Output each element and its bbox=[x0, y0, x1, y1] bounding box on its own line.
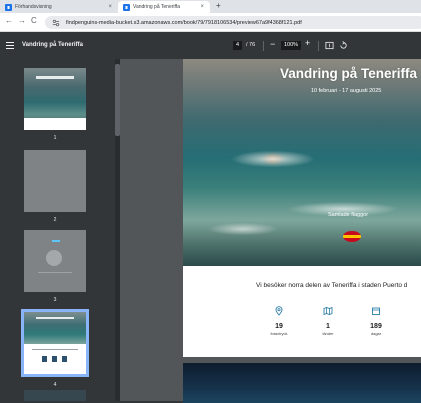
avatar-placeholder-icon bbox=[46, 250, 62, 266]
stat-days: 189 dagar bbox=[356, 303, 396, 336]
thumbnail-image bbox=[24, 150, 86, 212]
tab-title: Vandring på Teneriffa bbox=[133, 4, 180, 10]
fit-page-icon[interactable] bbox=[325, 41, 334, 50]
spain-flag-icon bbox=[343, 231, 361, 242]
pdf-page-next bbox=[183, 363, 421, 403]
page-thumbnail-1[interactable]: 1 bbox=[24, 68, 86, 141]
stat-label: dagar bbox=[370, 331, 382, 336]
site-info-icon[interactable] bbox=[52, 19, 60, 27]
calendar-icon bbox=[372, 307, 380, 315]
stat-countries: 1 länder bbox=[308, 303, 348, 336]
page-thumbnail-2[interactable]: 2 bbox=[24, 150, 86, 223]
page-thumbnail-3[interactable]: 3 bbox=[24, 230, 86, 303]
stat-distance: kil bbox=[405, 303, 421, 328]
trip-dates: 10 februari - 17 augusti 2025 bbox=[311, 88, 382, 94]
tab-close-icon[interactable]: × bbox=[200, 4, 204, 10]
flags-caption: Samlade flaggor bbox=[328, 212, 369, 218]
location-pin-icon bbox=[275, 306, 283, 316]
rotate-icon[interactable] bbox=[339, 41, 348, 50]
page-thumbnail-5[interactable] bbox=[24, 390, 86, 401]
thumbnail-image bbox=[24, 68, 86, 130]
stat-value: 19 bbox=[275, 323, 283, 330]
tab-preview[interactable]: Förhandsvisning × bbox=[0, 1, 118, 13]
zoom-in-button[interactable]: + bbox=[305, 38, 310, 48]
url-text: findpenguins-media-bucket.s3.amazonaws.c… bbox=[66, 19, 302, 26]
document-title: Vandring på Teneriffa bbox=[22, 42, 83, 48]
thumbnail-number: 2 bbox=[53, 217, 57, 223]
pdf-page: Vandring på Teneriffa 10 februari - 17 a… bbox=[183, 59, 421, 357]
zoom-out-button[interactable]: − bbox=[270, 39, 275, 49]
stat-value: 189 bbox=[370, 323, 382, 330]
stat-label: fotavtryck bbox=[270, 331, 288, 336]
stat-label: länder bbox=[322, 331, 334, 336]
thumbnail-image bbox=[24, 230, 86, 292]
thumbnail-image bbox=[24, 390, 86, 401]
address-bar-row: ← → C findpenguins-media-bucket.s3.amazo… bbox=[0, 13, 421, 32]
menu-icon[interactable] bbox=[6, 42, 14, 50]
back-button[interactable]: ← bbox=[5, 16, 13, 25]
stat-value: 1 bbox=[326, 323, 330, 330]
address-bar[interactable]: findpenguins-media-bucket.s3.amazonaws.c… bbox=[45, 16, 421, 29]
stat-footprints: 19 fotavtryck bbox=[259, 303, 299, 336]
toolbar-divider bbox=[318, 41, 319, 51]
cover-photo: Vandring på Teneriffa 10 februari - 17 a… bbox=[183, 59, 421, 266]
page-thumbnail-4[interactable]: 4 bbox=[21, 309, 89, 388]
thumbnail-number: 1 bbox=[53, 135, 57, 141]
findpenguins-favicon-icon bbox=[123, 3, 130, 11]
page-number-input[interactable]: 4 bbox=[233, 41, 242, 50]
thumbnail-selection bbox=[21, 309, 89, 377]
pdf-toolbar: Vandring på Teneriffa 4 / 76 − 100% + bbox=[0, 33, 421, 59]
pdf-viewer[interactable]: Vandring på Teneriffa 10 februari - 17 a… bbox=[120, 59, 421, 403]
findpenguins-favicon-icon bbox=[5, 3, 12, 11]
reload-button[interactable]: C bbox=[31, 16, 37, 25]
stat-label: kil bbox=[405, 323, 421, 328]
intro-text: Vi besöker norra delen av Teneriffa i st… bbox=[256, 282, 408, 289]
thumbnail-number: 3 bbox=[53, 297, 57, 303]
page-total: / 76 bbox=[246, 42, 256, 48]
map-icon bbox=[323, 306, 333, 316]
tab-title: Förhandsvisning bbox=[15, 4, 52, 10]
tab-strip: Förhandsvisning × Vandring på Teneriffa … bbox=[0, 0, 421, 13]
new-tab-button[interactable]: + bbox=[216, 1, 221, 10]
tab-pdf[interactable]: Vandring på Teneriffa × bbox=[118, 1, 210, 13]
thumbnail-number: 4 bbox=[53, 382, 57, 388]
tab-close-icon[interactable]: × bbox=[108, 4, 112, 10]
zoom-input[interactable]: 100% bbox=[281, 41, 301, 50]
toolbar-divider bbox=[263, 41, 264, 51]
forward-button[interactable]: → bbox=[18, 16, 26, 25]
page-title: Vandring på Teneriffa bbox=[280, 66, 418, 81]
thumbnail-image bbox=[24, 312, 86, 374]
